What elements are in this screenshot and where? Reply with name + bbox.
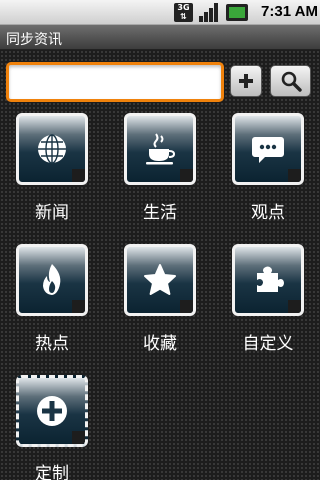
tile-life-label: 生活 <box>143 203 177 223</box>
signal-strength-icon <box>199 3 218 22</box>
tile-custom[interactable] <box>232 244 304 316</box>
clock: 7:31 AM <box>261 3 318 20</box>
tile-custom-label: 自定义 <box>242 334 294 354</box>
tile-hot-label: 热点 <box>35 334 69 354</box>
tile-opinion[interactable] <box>232 113 304 185</box>
tile-news[interactable] <box>16 113 88 185</box>
coffee-cup-icon <box>146 133 176 165</box>
globe-icon <box>38 134 66 164</box>
network-3g-icon: 3G ⇅ <box>174 3 193 22</box>
plus-icon <box>239 74 253 88</box>
tile-favorites[interactable] <box>124 244 196 316</box>
magnifier-icon <box>281 71 302 92</box>
speech-bubble-icon <box>252 137 284 163</box>
search-button[interactable] <box>270 65 311 97</box>
add-button[interactable] <box>230 65 262 97</box>
status-bar: 3G ⇅ 7:31 AM <box>0 0 320 25</box>
tile-hot[interactable] <box>16 244 88 316</box>
flame-icon <box>43 264 61 295</box>
tile-opinion-label: 观点 <box>251 203 285 223</box>
search-field-wrapper[interactable] <box>6 62 224 102</box>
tile-life[interactable] <box>124 113 196 185</box>
search-input[interactable] <box>9 65 221 99</box>
tile-news-label: 新闻 <box>35 203 69 223</box>
tile-customize-label: 定制 <box>35 464 69 480</box>
puzzle-icon <box>257 266 284 292</box>
app-title: 同步资讯 <box>6 32 62 48</box>
tile-customize[interactable] <box>16 375 88 447</box>
star-icon <box>144 264 176 295</box>
plus-circle-icon <box>37 396 67 426</box>
title-bar: 同步资讯 <box>0 25 320 50</box>
main-content: 新闻 生活 观点 热点 收藏 自定义 定制 <box>0 50 320 480</box>
battery-icon <box>226 4 248 21</box>
tile-favorites-label: 收藏 <box>143 334 177 354</box>
